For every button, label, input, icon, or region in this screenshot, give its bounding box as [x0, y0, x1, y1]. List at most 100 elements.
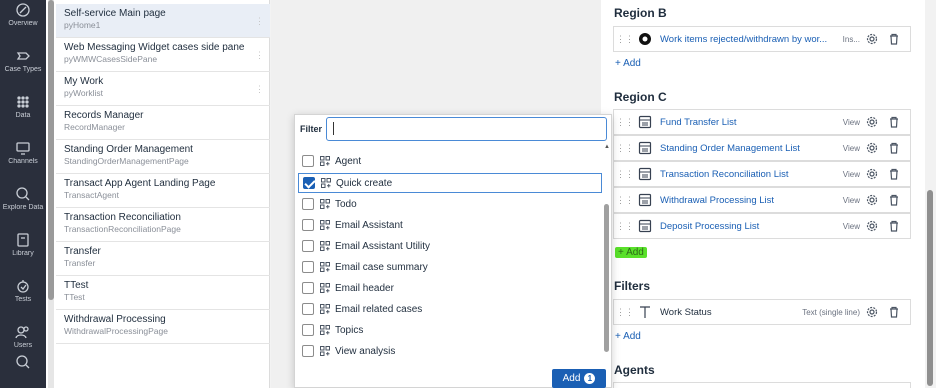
drag-handle-icon[interactable]: ⋮⋮: [616, 195, 634, 206]
nav-item-explore-data[interactable]: Explore Data: [0, 186, 46, 211]
option-topics[interactable]: Topics: [298, 320, 602, 340]
checkbox[interactable]: [302, 345, 314, 357]
drag-handle-icon[interactable]: ⋮⋮: [616, 169, 634, 180]
checkbox[interactable]: [302, 324, 314, 336]
nav-item-library[interactable]: Library: [0, 232, 46, 257]
page-title: Transact App Agent Landing Page: [64, 178, 216, 189]
gear-icon[interactable]: [866, 220, 878, 232]
page-list-item[interactable]: TTest TTest: [56, 276, 270, 310]
trash-icon[interactable]: [888, 194, 900, 206]
drag-handle-icon[interactable]: ⋮⋮: [616, 34, 634, 45]
option-email-assistant[interactable]: Email Assistant: [298, 215, 602, 235]
trash-icon[interactable]: [888, 142, 900, 154]
trash-icon[interactable]: [888, 220, 900, 232]
checkbox[interactable]: [302, 261, 314, 273]
option-email-related-cases[interactable]: Email related cases: [298, 299, 602, 319]
page-list-item[interactable]: Transaction Reconciliation TransactionRe…: [56, 208, 270, 242]
kebab-icon[interactable]: ⋮: [255, 84, 264, 95]
gear-icon[interactable]: [866, 142, 878, 154]
nav-item-case-types[interactable]: Case Types: [0, 48, 46, 73]
region-b-row[interactable]: ⋮⋮ Work items rejected/withdrawn by wor.…: [613, 26, 911, 52]
page-list-item[interactable]: Transfer Transfer: [56, 242, 270, 276]
checkbox[interactable]: [302, 219, 314, 231]
gear-icon[interactable]: [866, 33, 878, 45]
region-b-add-link[interactable]: + Add: [615, 58, 641, 69]
page-list-item[interactable]: Records Manager RecordManager: [56, 106, 270, 140]
widget-icon: [320, 156, 330, 166]
option-agent[interactable]: Agent: [298, 151, 602, 171]
add-button[interactable]: Add 1: [552, 369, 606, 388]
gear-icon[interactable]: [866, 168, 878, 180]
checkbox[interactable]: [302, 240, 314, 252]
page-list-item[interactable]: Standing Order Management StandingOrderM…: [56, 140, 270, 174]
option-todo[interactable]: Todo: [298, 194, 602, 214]
drag-handle-icon[interactable]: ⋮⋮: [616, 117, 634, 128]
option-label: Agent: [335, 155, 362, 167]
checkbox[interactable]: [302, 282, 314, 294]
widget-icon: [320, 283, 330, 293]
page-list-item[interactable]: Web Messaging Widget cases side pane pyW…: [56, 38, 270, 72]
region-c-row[interactable]: ⋮⋮ Deposit Processing List View: [613, 213, 911, 239]
option-email-case-summary[interactable]: Email case summary: [298, 257, 602, 277]
kebab-icon[interactable]: ⋮: [255, 16, 264, 27]
widget-icon: [320, 304, 330, 314]
region-c-row[interactable]: ⋮⋮ Standing Order Management List View: [613, 135, 911, 161]
row-label[interactable]: Withdrawal Processing List: [660, 195, 843, 206]
row-label[interactable]: Standing Order Management List: [660, 143, 843, 154]
nav-item-tests[interactable]: Tests: [0, 278, 46, 303]
add-button-label: Add: [562, 373, 581, 384]
option-label: Todo: [335, 198, 357, 210]
trash-icon[interactable]: [888, 168, 900, 180]
nav-item-data[interactable]: Data: [0, 94, 46, 119]
trash-icon[interactable]: [888, 33, 900, 45]
widget-icon: [321, 178, 331, 188]
nav-item-overview[interactable]: Overview: [0, 2, 46, 27]
region-c-row[interactable]: ⋮⋮ Fund Transfer List View: [613, 109, 911, 135]
nav-search[interactable]: [0, 354, 46, 372]
checkbox[interactable]: [302, 198, 314, 210]
checkbox[interactable]: [302, 303, 314, 315]
page-list-scrollbar[interactable]: [48, 0, 54, 388]
nav-item-users[interactable]: Users: [0, 324, 46, 349]
page-list-item[interactable]: Transact App Agent Landing Page Transact…: [56, 174, 270, 208]
page-id: TransactionReconciliationPage: [64, 224, 181, 234]
region-c-add-link[interactable]: + Add: [615, 247, 647, 258]
gear-icon[interactable]: [866, 116, 878, 128]
page-title: Self-service Main page: [64, 8, 166, 19]
filters-add-link[interactable]: + Add: [615, 331, 641, 342]
page-list-item[interactable]: Withdrawal Processing WithdrawalProcessi…: [56, 310, 270, 344]
trash-icon[interactable]: [888, 306, 900, 318]
row-label[interactable]: Work Status: [660, 307, 802, 318]
option-quick-create[interactable]: Quick create: [298, 173, 602, 193]
page-list-item[interactable]: My Work pyWorklist ⋮: [56, 72, 270, 106]
kebab-icon[interactable]: ⋮: [255, 50, 264, 61]
drag-handle-icon[interactable]: ⋮⋮: [616, 143, 634, 154]
page-title: Withdrawal Processing: [64, 314, 166, 325]
checkbox[interactable]: [303, 177, 315, 189]
region-c-row[interactable]: ⋮⋮ Withdrawal Processing List View: [613, 187, 911, 213]
page-id: RecordManager: [64, 122, 125, 132]
row-label[interactable]: Work items rejected/withdrawn by wor...: [660, 34, 843, 45]
scroll-up-icon[interactable]: ▲: [604, 144, 610, 150]
trash-icon[interactable]: [888, 116, 900, 128]
option-email-assistant-utility[interactable]: Email Assistant Utility: [298, 236, 602, 256]
row-label[interactable]: Deposit Processing List: [660, 221, 843, 232]
gear-icon[interactable]: [866, 306, 878, 318]
page-id: TTest: [64, 292, 85, 302]
row-label[interactable]: Fund Transfer List: [660, 117, 843, 128]
nav-item-channels[interactable]: Channels: [0, 140, 46, 165]
page-list-item[interactable]: Self-service Main page pyHome1 ⋮: [56, 4, 270, 38]
right-panel-scrollbar[interactable]: [925, 0, 936, 388]
option-view-analysis[interactable]: View analysis: [298, 341, 602, 361]
popup-scrollbar[interactable]: ▲: [604, 144, 610, 354]
region-c-row[interactable]: ⋮⋮ Transaction Reconciliation List View: [613, 161, 911, 187]
filters-row[interactable]: ⋮⋮ Work Status Text (single line): [613, 299, 911, 325]
filter-input[interactable]: [326, 117, 607, 141]
gear-icon[interactable]: [866, 194, 878, 206]
checkbox[interactable]: [302, 155, 314, 167]
drag-handle-icon[interactable]: ⋮⋮: [616, 221, 634, 232]
drag-handle-icon[interactable]: ⋮⋮: [616, 307, 634, 318]
option-email-header[interactable]: Email header: [298, 278, 602, 298]
nav-label: Tests: [14, 296, 32, 303]
row-label[interactable]: Transaction Reconciliation List: [660, 169, 843, 180]
